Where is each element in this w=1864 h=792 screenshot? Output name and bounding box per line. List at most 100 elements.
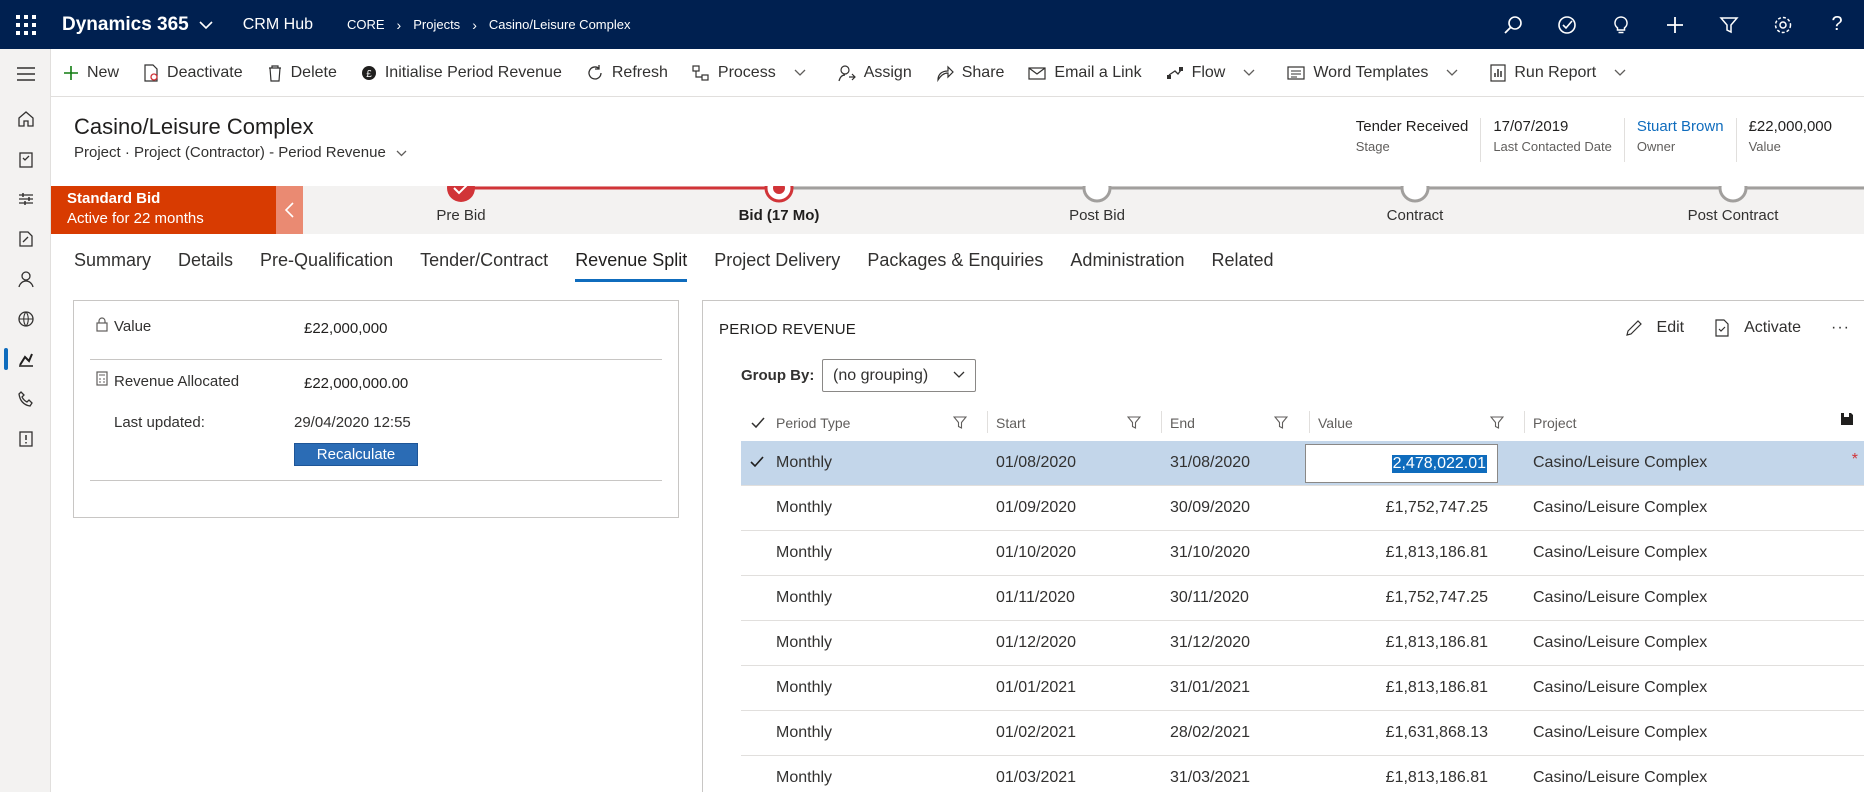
- edit-button[interactable]: Edit: [1625, 319, 1684, 337]
- task-check-icon[interactable]: [1540, 0, 1594, 49]
- owner-label: Owner: [1636, 139, 1676, 154]
- chevron-down-icon[interactable]: [199, 17, 213, 33]
- table-row[interactable]: Monthly 01/02/2021 28/02/2021 £1,631,868…: [741, 711, 1864, 756]
- row-check-icon[interactable]: [750, 456, 764, 468]
- cell-project[interactable]: Casino/Leisure Complex: [1533, 589, 1707, 607]
- tab-administration[interactable]: Administration: [1070, 250, 1184, 282]
- activate-button[interactable]: Activate: [1714, 319, 1801, 337]
- column-header-end[interactable]: End: [1170, 405, 1195, 441]
- initialise-period-revenue-button[interactable]: £ Initialise Period Revenue: [349, 49, 574, 97]
- stage-post-contract[interactable]: Post Contract: [1688, 207, 1779, 224]
- app-launcher-icon[interactable]: [0, 0, 52, 49]
- recalculate-button[interactable]: Recalculate: [294, 443, 418, 466]
- tab-summary[interactable]: Summary: [74, 250, 151, 282]
- group-by-select[interactable]: (no grouping): [822, 359, 976, 392]
- lightbulb-icon[interactable]: [1594, 0, 1648, 49]
- clipboard-icon[interactable]: [0, 139, 51, 179]
- table-row[interactable]: Monthly 01/03/2021 31/03/2021 £1,813,186…: [741, 756, 1864, 792]
- tab-packages-enquiries[interactable]: Packages & Enquiries: [867, 250, 1043, 282]
- globe-icon[interactable]: [0, 299, 51, 339]
- stage-node-contract[interactable]: [1400, 186, 1430, 203]
- column-header-period-type[interactable]: Period Type: [776, 405, 850, 441]
- projects-icon[interactable]: [0, 339, 51, 379]
- cell-end: 31/03/2021: [1170, 769, 1251, 786]
- table-row[interactable]: Monthly 01/01/2021 31/01/2021 £1,813,186…: [741, 666, 1864, 711]
- table-row[interactable]: Monthly 01/09/2020 30/09/2020 £1,752,747…: [741, 486, 1864, 531]
- person-icon[interactable]: [0, 259, 51, 299]
- breadcrumb-projects[interactable]: Projects: [413, 17, 460, 32]
- stage-bid[interactable]: Bid (17 Mo): [739, 207, 820, 224]
- new-button[interactable]: New: [51, 49, 131, 97]
- flow-button[interactable]: Flow: [1154, 49, 1276, 97]
- email-a-link-button[interactable]: Email a Link: [1016, 49, 1153, 97]
- cell-project[interactable]: Casino/Leisure Complex: [1533, 679, 1707, 697]
- delete-button[interactable]: Delete: [255, 49, 349, 97]
- table-row[interactable]: Monthly 01/10/2020 31/10/2020 £1,813,186…: [741, 531, 1864, 576]
- share-button[interactable]: Share: [924, 49, 1017, 97]
- hamburger-menu-icon[interactable]: [0, 49, 51, 99]
- deactivate-icon: [144, 63, 158, 82]
- phone-icon[interactable]: [0, 379, 51, 419]
- filter-icon[interactable]: [1274, 416, 1288, 430]
- deactivate-button[interactable]: Deactivate: [131, 49, 255, 97]
- header-field-last-contacted: 17/07/2019 Last Contacted Date: [1480, 118, 1624, 162]
- run-report-button[interactable]: Run Report: [1478, 49, 1646, 97]
- cell-project[interactable]: Casino/Leisure Complex: [1533, 724, 1707, 742]
- table-row[interactable]: Monthly 01/12/2020 31/12/2020 £1,813,186…: [741, 621, 1864, 666]
- assign-button[interactable]: Assign: [826, 49, 924, 97]
- app-name[interactable]: Dynamics 365: [62, 14, 189, 36]
- stage-node-post-contract[interactable]: [1718, 186, 1748, 203]
- value-edit-input[interactable]: 2,478,022.01: [1305, 444, 1498, 483]
- owner-link[interactable]: Stuart Brown: [1637, 118, 1724, 135]
- stage-node-pre-bid[interactable]: [447, 186, 475, 202]
- word-templates-button[interactable]: Word Templates: [1275, 49, 1478, 97]
- filter-icon[interactable]: [1702, 0, 1756, 49]
- process-button[interactable]: Process: [680, 49, 826, 97]
- column-header-project[interactable]: Project: [1533, 405, 1577, 441]
- column-header-value[interactable]: Value: [1318, 405, 1353, 441]
- tab-project-delivery[interactable]: Project Delivery: [714, 250, 840, 282]
- stage-pre-bid[interactable]: Pre Bid: [436, 207, 485, 224]
- cell-period-type: Monthly: [776, 589, 833, 606]
- more-commands-button[interactable]: ···: [1831, 319, 1850, 337]
- column-divider[interactable]: [1524, 411, 1525, 433]
- refresh-button[interactable]: Refresh: [574, 49, 680, 97]
- tab-details[interactable]: Details: [178, 250, 233, 282]
- refresh-icon: [588, 64, 602, 80]
- home-icon[interactable]: [0, 99, 51, 139]
- document-edit-icon[interactable]: [0, 219, 51, 259]
- filter-icon[interactable]: [1127, 416, 1141, 430]
- table-row[interactable]: Monthly 01/11/2020 30/11/2020 £1,752,747…: [741, 576, 1864, 621]
- stage-post-bid[interactable]: Post Bid: [1069, 207, 1125, 224]
- breadcrumb-core[interactable]: CORE: [347, 17, 385, 32]
- tab-revenue-split[interactable]: Revenue Split: [575, 250, 688, 282]
- tab-pre-qualification[interactable]: Pre-Qualification: [260, 250, 393, 282]
- filter-icon[interactable]: [953, 416, 967, 430]
- help-icon[interactable]: ?: [1810, 0, 1864, 49]
- cell-project[interactable]: Casino/Leisure Complex: [1533, 499, 1707, 517]
- filter-icon[interactable]: [1490, 416, 1504, 430]
- cell-project[interactable]: Casino/Leisure Complex: [1533, 634, 1707, 652]
- column-divider[interactable]: [1309, 411, 1310, 433]
- cell-project[interactable]: Casino/Leisure Complex: [1533, 769, 1707, 787]
- cell-project[interactable]: Casino/Leisure Complex: [1533, 454, 1707, 472]
- cell-end: 30/11/2020: [1170, 589, 1249, 606]
- table-row[interactable]: Monthly 01/08/2020 31/08/2020 2,478,022.…: [741, 441, 1864, 486]
- tab-tender-contract[interactable]: Tender/Contract: [420, 250, 548, 282]
- sliders-icon[interactable]: [0, 179, 51, 219]
- column-divider[interactable]: [987, 411, 988, 433]
- cell-project[interactable]: Casino/Leisure Complex: [1533, 544, 1707, 562]
- save-icon[interactable]: [1840, 412, 1854, 426]
- alert-document-icon[interactable]: [0, 419, 51, 459]
- stage-node-post-bid[interactable]: [1082, 186, 1112, 203]
- select-all-checkbox[interactable]: [751, 405, 765, 441]
- plus-icon[interactable]: [1648, 0, 1702, 49]
- tab-related[interactable]: Related: [1211, 250, 1273, 282]
- stage-contract[interactable]: Contract: [1387, 207, 1444, 224]
- form-selector[interactable]: Project (Contractor) - Period Revenue: [134, 144, 386, 161]
- hub-name[interactable]: CRM Hub: [243, 16, 313, 34]
- search-icon[interactable]: [1486, 0, 1540, 49]
- column-header-start[interactable]: Start: [996, 405, 1026, 441]
- column-divider[interactable]: [1161, 411, 1162, 433]
- gear-icon[interactable]: [1756, 0, 1810, 49]
